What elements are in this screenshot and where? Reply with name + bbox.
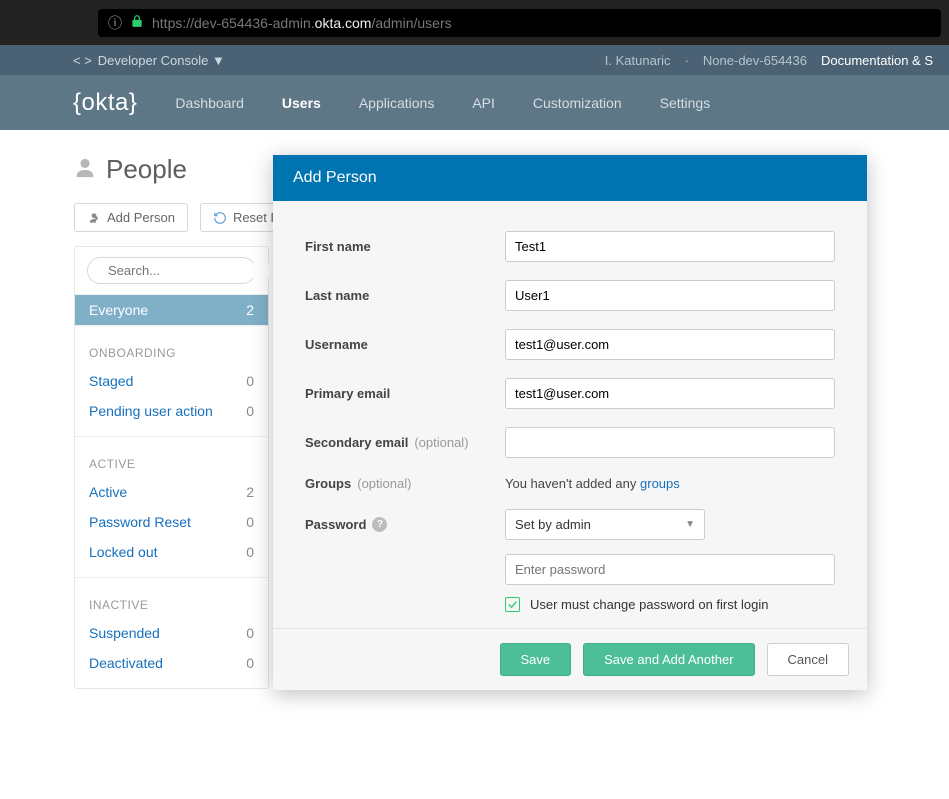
people-icon <box>74 157 96 182</box>
password-type-select[interactable]: Set by admin ▼ <box>505 509 705 540</box>
label-last-name: Last name <box>305 288 505 303</box>
section-inactive: INACTIVE <box>75 588 268 618</box>
lock-icon <box>130 14 144 31</box>
section-active: ACTIVE <box>75 447 268 477</box>
nav-settings[interactable]: Settings <box>660 95 711 111</box>
nav-users[interactable]: Users <box>282 95 321 111</box>
label-primary-email: Primary email <box>305 386 505 401</box>
brand-logo[interactable]: {okta} <box>73 89 137 117</box>
sidebar-item-active[interactable]: Active2 <box>75 477 268 507</box>
section-onboarding: ONBOARDING <box>75 336 268 366</box>
input-username[interactable] <box>505 329 835 360</box>
modal-title: Add Person <box>273 155 867 201</box>
console-switcher[interactable]: Developer Console ▼ <box>98 53 225 68</box>
checkbox-label: User must change password on first login <box>530 597 768 612</box>
top-org[interactable]: None-dev-654436 <box>703 53 807 68</box>
add-person-modal: Add Person First name Last name Username… <box>273 155 867 690</box>
save-add-another-button[interactable]: Save and Add Another <box>583 643 754 676</box>
top-strip: < > Developer Console ▼ I. Katunaric · N… <box>0 45 949 75</box>
browser-urlbar: ⓘ https://dev-654436-admin.okta.com/admi… <box>0 0 949 45</box>
groups-link[interactable]: groups <box>640 476 680 491</box>
input-primary-email[interactable] <box>505 378 835 409</box>
sidebar-item-suspended[interactable]: Suspended0 <box>75 618 268 648</box>
input-secondary-email[interactable] <box>505 427 835 458</box>
search-input[interactable] <box>108 263 284 278</box>
nav-applications[interactable]: Applications <box>359 95 435 111</box>
help-icon[interactable]: ? <box>372 517 387 532</box>
save-button[interactable]: Save <box>500 643 572 676</box>
input-first-name[interactable] <box>505 231 835 262</box>
sidebar-item-pwreset[interactable]: Password Reset0 <box>75 507 268 537</box>
label-username: Username <box>305 337 505 352</box>
page-title-text: People <box>106 154 187 185</box>
sidebar-item-pending[interactable]: Pending user action0 <box>75 396 268 426</box>
input-last-name[interactable] <box>505 280 835 311</box>
url-prefix: https://dev-654436-admin. <box>152 15 315 31</box>
label-groups: Groups (optional) <box>305 476 505 491</box>
label-password: Password ? <box>305 517 505 532</box>
url-host: okta.com <box>315 15 372 31</box>
checkbox-force-change[interactable] <box>505 597 520 612</box>
nav-dashboard[interactable]: Dashboard <box>175 95 244 111</box>
cancel-button[interactable]: Cancel <box>767 643 849 676</box>
nav-api[interactable]: API <box>472 95 495 111</box>
label-first-name: First name <box>305 239 505 254</box>
input-password[interactable] <box>505 554 835 585</box>
main-nav: {okta} Dashboard Users Applications API … <box>0 75 949 130</box>
search-input-wrap[interactable] <box>87 257 256 284</box>
sidebar-item-deactivated[interactable]: Deactivated0 <box>75 648 268 678</box>
sidebar-item-everyone[interactable]: Everyone 2 <box>75 295 268 325</box>
nav-customization[interactable]: Customization <box>533 95 622 111</box>
chevron-down-icon: ▼ <box>685 519 695 530</box>
sidebar-item-staged[interactable]: Staged0 <box>75 366 268 396</box>
code-icon: < > <box>73 53 92 68</box>
dot-separator: · <box>685 53 689 68</box>
sidebar-item-locked[interactable]: Locked out0 <box>75 537 268 567</box>
url-path: /admin/users <box>371 15 451 31</box>
groups-empty-text: You haven't added any groups <box>505 476 835 491</box>
label-secondary-email: Secondary email (optional) <box>305 435 505 450</box>
info-icon: ⓘ <box>108 13 122 33</box>
top-user[interactable]: I. Katunaric <box>605 53 671 68</box>
add-person-button[interactable]: Add Person <box>74 203 188 232</box>
top-doc-link[interactable]: Documentation & S <box>821 53 933 68</box>
url-field[interactable]: ⓘ https://dev-654436-admin.okta.com/admi… <box>98 9 941 37</box>
